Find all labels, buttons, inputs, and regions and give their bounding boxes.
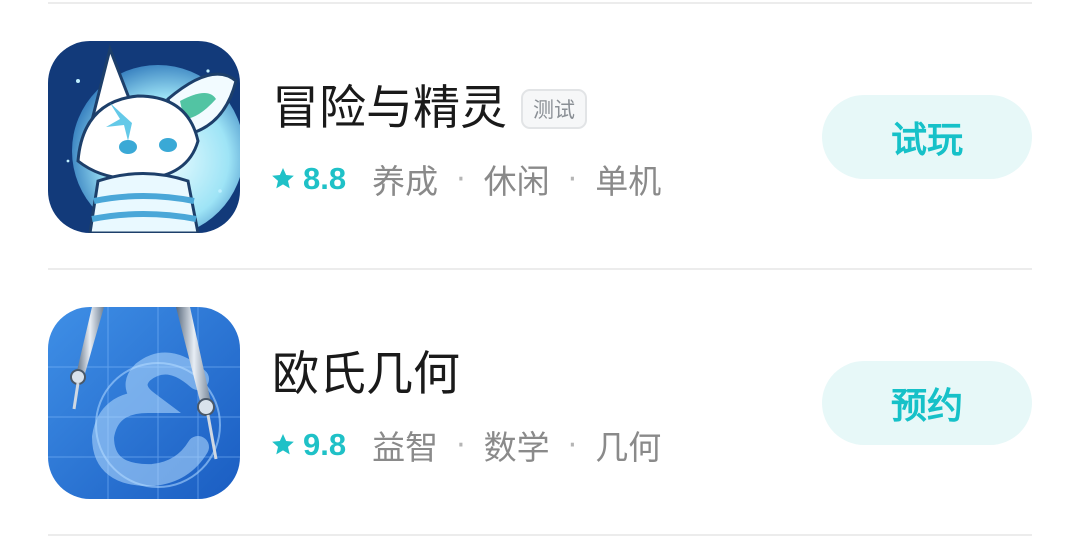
game-title-text[interactable]: 欧氏几何 [272, 347, 460, 403]
fox-spirit-icon[interactable] [48, 41, 240, 233]
list-item[interactable]: 欧氏几何 9.8 益智 · 数学 · 几何 预约 [0, 307, 1080, 507]
separator-dot: · [567, 427, 578, 463]
separator-dot: · [456, 161, 466, 197]
star-icon [272, 433, 294, 455]
game-list: 冒险与精灵 测试 8.8 养成 · 休闲 · 单机 试玩 欧氏几何 9.8 益智… [0, 0, 1080, 544]
tag: 单机 [595, 162, 662, 201]
star-icon [272, 167, 294, 189]
separator-dot: · [456, 427, 466, 463]
list-item[interactable]: 冒险与精灵 测试 8.8 养成 · 休闲 · 单机 试玩 [0, 41, 1080, 241]
game-meta: 9.8 益智 · 数学 · 几何 [270, 423, 661, 467]
tag: 数学 [483, 428, 550, 467]
divider [48, 534, 1032, 536]
game-title[interactable]: 冒险与精灵 测试 [272, 81, 587, 137]
divider [48, 2, 1032, 4]
tag: 益智 [372, 428, 439, 467]
rating-value: 8.8 [303, 161, 347, 196]
game-meta: 8.8 养成 · 休闲 · 单机 [270, 157, 661, 201]
game-title[interactable]: 欧氏几何 [272, 347, 460, 403]
reserve-button[interactable]: 预约 [822, 361, 1032, 445]
divider [48, 268, 1032, 270]
tag: 休闲 [483, 162, 550, 201]
compass-geometry-icon[interactable] [48, 307, 240, 499]
game-title-text[interactable]: 冒险与精灵 [272, 81, 507, 137]
tag: 养成 [372, 162, 439, 201]
tag: 几何 [595, 428, 662, 467]
separator-dot: · [567, 161, 578, 197]
rating-value: 9.8 [303, 427, 347, 462]
test-badge: 测试 [521, 89, 587, 129]
try-play-button[interactable]: 试玩 [822, 95, 1032, 179]
